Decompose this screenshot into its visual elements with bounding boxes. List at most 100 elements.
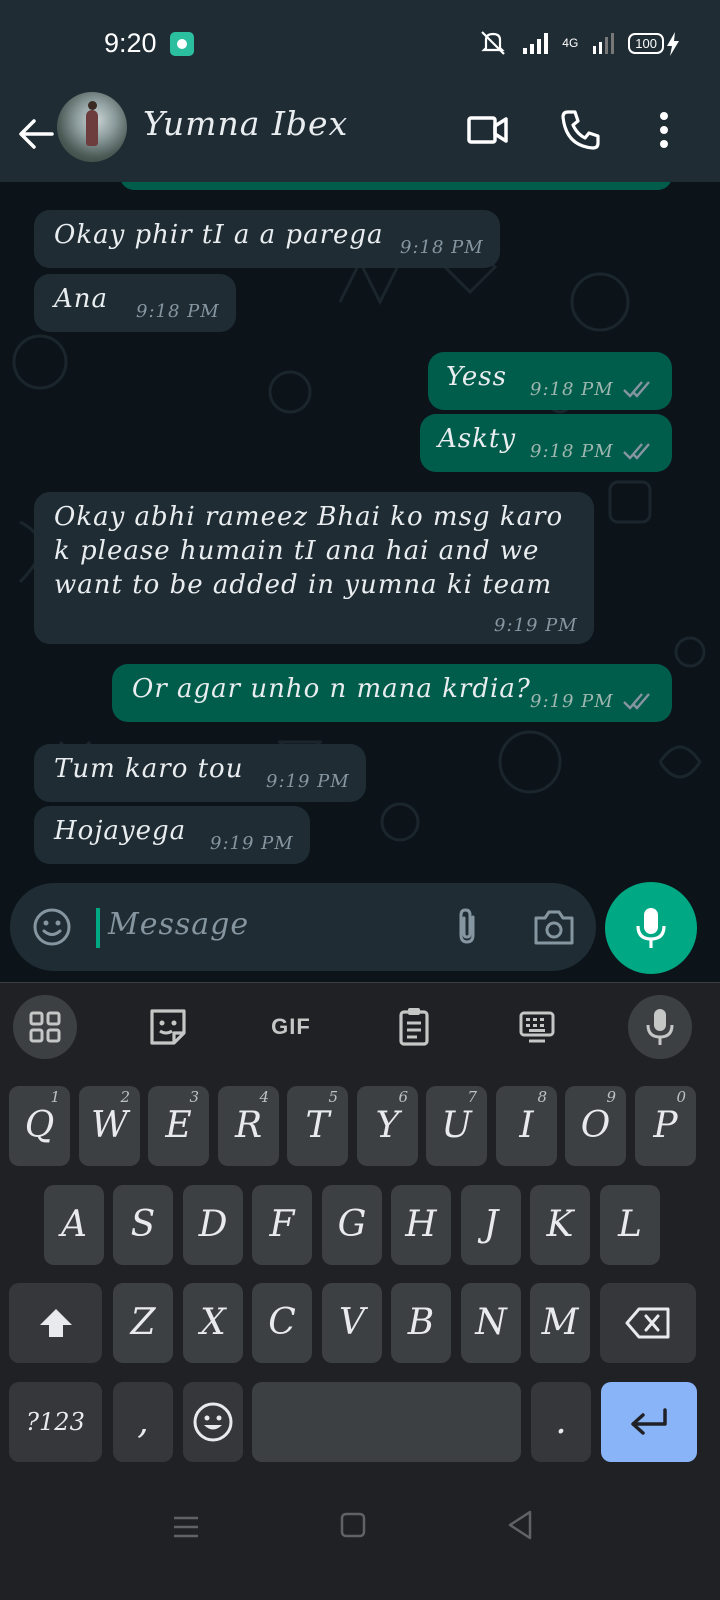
- message-bubble-outgoing[interactable]: Or agar unho n mana krdia? 9:19 PM: [112, 664, 672, 722]
- key-r[interactable]: 4R: [218, 1086, 279, 1166]
- key-i[interactable]: 8I: [496, 1086, 557, 1166]
- voice-input-button[interactable]: [628, 995, 692, 1059]
- message-bubble-outgoing[interactable]: Yess 9:18 PM: [428, 352, 672, 410]
- voice-call-icon[interactable]: [556, 106, 604, 154]
- key-h[interactable]: H: [391, 1185, 451, 1265]
- key-u[interactable]: 7U: [426, 1086, 487, 1166]
- key-x[interactable]: X: [183, 1283, 243, 1363]
- system-navigation-bar: [0, 1490, 720, 1600]
- key-e[interactable]: 3E: [148, 1086, 209, 1166]
- message-input-bar[interactable]: Message: [10, 883, 596, 971]
- key-label: I: [519, 1105, 534, 1146]
- gif-button[interactable]: GIF: [259, 995, 323, 1059]
- key-v[interactable]: V: [322, 1283, 382, 1363]
- key-hint: 1: [50, 1088, 60, 1106]
- emoji-icon: [193, 1402, 233, 1442]
- camera-icon[interactable]: [530, 905, 578, 949]
- key-n[interactable]: N: [461, 1283, 521, 1363]
- clipboard-button[interactable]: [382, 995, 446, 1059]
- message-bubble-incoming[interactable]: Okay phir tI a a parega 9:18 PM: [34, 210, 500, 268]
- enter-key[interactable]: [601, 1382, 697, 1462]
- key-c[interactable]: C: [252, 1283, 312, 1363]
- key-l[interactable]: L: [600, 1185, 660, 1265]
- space-key[interactable]: [252, 1382, 521, 1462]
- keyboard-icon: [519, 1011, 555, 1043]
- key-label: T: [305, 1105, 330, 1146]
- key-y[interactable]: 6Y: [357, 1086, 418, 1166]
- back-arrow-icon[interactable]: [14, 112, 58, 156]
- key-m[interactable]: M: [530, 1283, 590, 1363]
- voice-record-button[interactable]: [605, 882, 697, 974]
- message-time: 9:19 PM: [494, 615, 578, 636]
- text-cursor: [96, 908, 100, 948]
- key-label: Y: [375, 1105, 400, 1146]
- grid-icon: [29, 1011, 61, 1043]
- key-hint: 0: [676, 1088, 686, 1106]
- sticker-icon: [150, 1009, 186, 1045]
- chat-header: Yumna Ibex: [0, 90, 720, 182]
- key-hint: 2: [120, 1088, 130, 1106]
- key-hint: 7: [467, 1088, 477, 1106]
- key-label: Q: [24, 1105, 55, 1146]
- message-time: 9:18 PM: [400, 237, 484, 258]
- shift-key[interactable]: [9, 1283, 102, 1363]
- key-hint: 9: [606, 1088, 616, 1106]
- key-z[interactable]: Z: [113, 1283, 173, 1363]
- key-j[interactable]: J: [461, 1185, 521, 1265]
- emoji-icon[interactable]: [30, 905, 74, 949]
- backspace-key[interactable]: [600, 1283, 696, 1363]
- sticker-button[interactable]: [136, 995, 200, 1059]
- key-label: R: [234, 1105, 263, 1146]
- message-bubble-incoming[interactable]: Ana 9:18 PM: [34, 274, 236, 332]
- comma-key[interactable]: ,: [113, 1382, 173, 1462]
- key-o[interactable]: 9O: [565, 1086, 626, 1166]
- message-time: 9:19 PM: [266, 771, 350, 792]
- apps-grid-button[interactable]: [13, 995, 77, 1059]
- message-time: 9:18 PM: [530, 379, 614, 400]
- status-icons: 4G 100: [478, 30, 664, 56]
- key-q[interactable]: 1Q: [9, 1086, 70, 1166]
- contact-avatar[interactable]: [57, 92, 127, 162]
- key-g[interactable]: G: [322, 1185, 382, 1265]
- key-w[interactable]: 2W: [79, 1086, 140, 1166]
- more-options-icon[interactable]: [640, 106, 688, 154]
- status-bar: 9:20 4G 100: [0, 0, 720, 90]
- message-bubble-incoming[interactable]: Tum karo tou 9:19 PM: [34, 744, 366, 802]
- chat-area[interactable]: Okay phir tI a a parega 9:18 PM Ana 9:18…: [0, 182, 720, 878]
- key-label: P: [653, 1105, 678, 1146]
- key-d[interactable]: D: [183, 1185, 243, 1265]
- menu-nav-icon[interactable]: [170, 1512, 202, 1542]
- key-p[interactable]: 0P: [635, 1086, 696, 1166]
- message-text: Hojayega: [54, 816, 187, 846]
- key-t[interactable]: 5T: [287, 1086, 348, 1166]
- key-hint: 3: [189, 1088, 199, 1106]
- key-k[interactable]: K: [530, 1185, 590, 1265]
- contact-name[interactable]: Yumna Ibex: [143, 104, 348, 143]
- video-call-icon[interactable]: [464, 106, 512, 154]
- clipboard-icon: [399, 1008, 429, 1046]
- symbols-key[interactable]: ?123: [9, 1382, 102, 1462]
- key-f[interactable]: F: [252, 1185, 312, 1265]
- signal-icon: [523, 33, 549, 54]
- keyboard-settings-button[interactable]: [505, 995, 569, 1059]
- key-a[interactable]: A: [44, 1185, 104, 1265]
- signal-icon-2: [593, 33, 615, 54]
- back-nav-icon[interactable]: [504, 1508, 536, 1542]
- previous-message-tail: [120, 182, 672, 190]
- home-nav-icon[interactable]: [338, 1510, 368, 1540]
- message-bubble-incoming[interactable]: Okay abhi rameez Bhai ko msg karo k plea…: [34, 492, 594, 644]
- message-bubble-outgoing[interactable]: Askty 9:18 PM: [420, 414, 672, 472]
- network-type-icon: 4G: [562, 36, 579, 50]
- attach-icon[interactable]: [446, 905, 490, 949]
- period-key[interactable]: .: [531, 1382, 591, 1462]
- key-b[interactable]: B: [391, 1283, 451, 1363]
- backspace-icon: [625, 1307, 670, 1339]
- message-input[interactable]: Message: [108, 907, 249, 942]
- emoji-key[interactable]: [183, 1382, 243, 1462]
- key-hint: 6: [398, 1088, 408, 1106]
- key-hint: 4: [259, 1088, 269, 1106]
- read-receipt-icon: [623, 693, 650, 710]
- message-text: Okay abhi rameez Bhai ko msg karo k plea…: [54, 502, 564, 600]
- message-bubble-incoming[interactable]: Hojayega 9:19 PM: [34, 806, 310, 864]
- key-s[interactable]: S: [113, 1185, 173, 1265]
